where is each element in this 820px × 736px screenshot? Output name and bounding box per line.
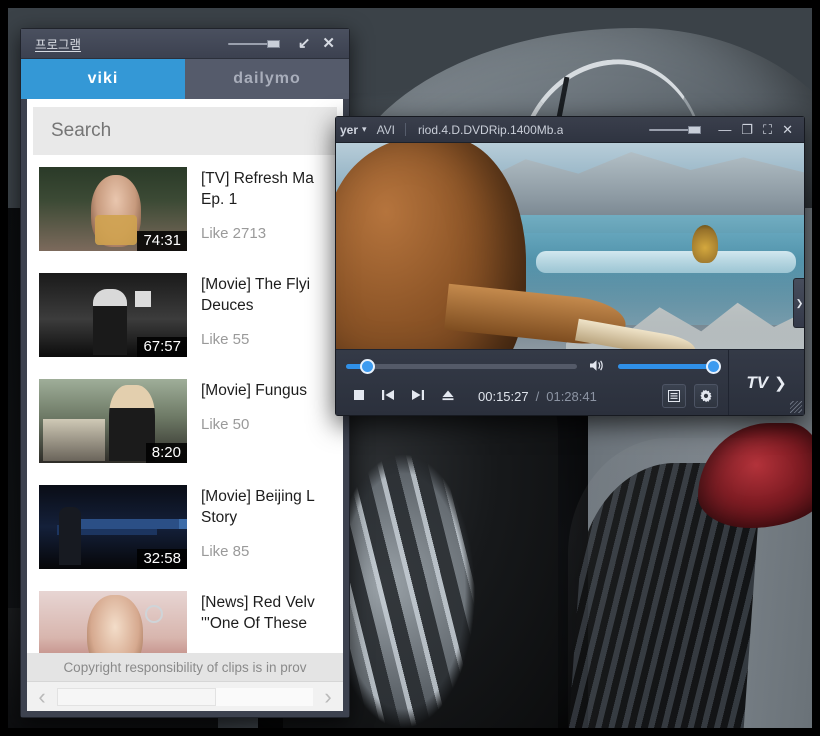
seek-and-volume-row [346,357,721,375]
video-title-line2: Ep. 1 [201,190,238,208]
player-controls: 00:15:27 / 01:28:41 TV ❯ [336,349,804,415]
video-info: [Movie] Beijing L Story Like 85 [201,485,337,569]
video-title: [News] Red Velv '''One Of These [201,593,337,635]
volume-slider[interactable] [618,358,721,374]
video-title-line2: Story [201,508,238,526]
list-item[interactable]: 74:31 [TV] Refresh Ma Ep. 1 Like 2713 [33,155,337,261]
video-duration: 67:57 [137,337,187,357]
video-title-line1: [TV] Refresh Ma [201,170,314,187]
player-app-name: yer [340,122,359,137]
video-title-line2: Deuces [201,296,254,314]
next-button[interactable] [404,386,432,406]
scroll-right-arrow-icon[interactable]: › [313,685,343,708]
video-like-count: Like 2713 [201,224,267,242]
video-title-line2: '''One Of These [201,614,307,632]
transport-row: 00:15:27 / 01:28:41 [346,384,718,408]
player-slider-knob[interactable] [688,125,702,134]
window-resize-grip[interactable] [790,401,802,413]
video-thumbnail[interactable]: 8:20 [39,379,187,463]
fullscreen-icon[interactable]: ⛶ [758,123,777,136]
player-controls-main: 00:15:27 / 01:28:41 [336,350,728,415]
scrollbar-thumb[interactable] [57,687,216,706]
copyright-notice: Copyright responsibility of clips is in … [27,653,343,681]
video-title: [Movie] Beijing L Story [201,487,337,529]
video-like-count: Like 85 [201,542,250,560]
volume-fill [618,363,718,369]
file-format-label: AVI [376,122,396,137]
video-info: [TV] Refresh Ma Ep. 1 Like 2713 [201,167,337,251]
desktop-wallpaper: 프로그램 ↙ ✕ viki dailymo 74:31 [8,8,812,728]
list-item[interactable]: 67:57 [Movie] The Flyi Deuces Like 55 [33,261,337,367]
stop-button[interactable] [346,386,372,406]
scrollbar-track[interactable] [57,687,313,706]
player-titlebar-slider[interactable] [649,124,702,136]
seek-slider[interactable] [346,358,577,374]
video-thumbnail[interactable]: 32:58 [39,485,187,569]
video-title: [TV] Refresh Ma Ep. 1 [201,169,337,211]
volume-slider-knob[interactable] [706,358,721,374]
video-duration: 8:20 [145,443,187,463]
eject-button[interactable] [434,386,462,406]
video-info: [Movie] Fungus Like 50 [201,379,337,463]
player-titlebar[interactable]: yer ▾ AVI riod.4.D.DVDRip.1400Mb.a — ❐ ⛶… [336,117,804,143]
titlebar-divider [405,123,407,136]
total-time: 01:28:41 [546,388,597,404]
settings-gear-button[interactable] [694,384,718,408]
video-title: [Movie] The Flyi Deuces [201,275,337,317]
video-thumbnail[interactable]: 67:57 [39,273,187,357]
list-item[interactable]: 8:20 [Movie] Fungus Like 50 [33,367,337,473]
list-item[interactable]: 32:58 [Movie] Beijing L Story Like 85 [33,473,337,579]
search-input[interactable] [51,120,337,142]
media-player-window: yer ▾ AVI riod.4.D.DVDRip.1400Mb.a — ❐ ⛶… [335,116,805,416]
tab-viki[interactable]: viki [21,59,185,99]
tv-chevron-right-icon: ❯ [774,374,787,392]
playlist-button[interactable] [662,384,686,408]
speaker-icon[interactable] [589,359,606,374]
horizontal-scrollbar[interactable]: ‹ › [27,681,343,711]
search-bar[interactable] [33,107,337,155]
video-title: [Movie] Fungus [201,381,337,402]
time-separator: / [535,388,540,404]
close-icon[interactable]: ✕ [777,123,798,136]
video-title-line1: [News] Red Velv [201,594,315,611]
video-duration: 74:31 [137,231,187,251]
video-info: [News] Red Velv '''One Of These [201,591,337,653]
video-surface[interactable]: ❯ [336,143,804,349]
side-panel-expand-arrow-icon[interactable]: ❯ [793,278,804,328]
video-title-line1: [Movie] The Flyi [201,276,311,293]
video-like-count: Like 50 [201,415,250,433]
video-like-count: Like 55 [201,330,250,348]
close-icon[interactable]: ✕ [316,34,341,53]
provider-tabs: viki dailymo [21,59,349,99]
program-content: 74:31 [TV] Refresh Ma Ep. 1 Like 2713 67… [27,99,343,711]
seek-slider-knob[interactable] [359,358,375,374]
list-item[interactable]: [News] Red Velv '''One Of These [33,579,337,653]
window-bottom-padding [21,711,349,717]
video-info: [Movie] The Flyi Deuces Like 55 [201,273,337,357]
previous-button[interactable] [374,386,402,406]
tab-dailymotion[interactable]: dailymo [185,59,349,99]
tv-label: TV [746,372,769,392]
video-thumbnail[interactable]: 74:31 [39,167,187,251]
program-volume-slider[interactable] [227,38,280,50]
video-title-line1: [Movie] Beijing L [201,488,315,505]
maximize-icon[interactable]: ❐ [736,123,758,136]
program-window-title: 프로그램 [35,38,82,52]
scroll-left-arrow-icon[interactable]: ‹ [27,685,57,708]
player-filename: riod.4.D.DVDRip.1400Mb.a [418,122,564,137]
video-bush [692,225,718,263]
program-window: 프로그램 ↙ ✕ viki dailymo 74:31 [20,28,350,718]
volume-slider-knob[interactable] [266,39,280,48]
restore-down-icon[interactable]: ↙ [292,34,317,53]
program-titlebar[interactable]: 프로그램 ↙ ✕ [21,29,349,59]
video-duration: 32:58 [137,549,187,569]
wallpaper-fender-highlight [568,438,812,728]
chevron-down-icon[interactable]: ▾ [362,124,367,135]
video-thumbnail[interactable] [39,591,187,653]
video-title-line1: [Movie] Fungus [201,382,307,399]
current-time: 00:15:27 [478,388,529,404]
video-list: 74:31 [TV] Refresh Ma Ep. 1 Like 2713 67… [27,155,343,653]
minimize-icon[interactable]: — [713,123,736,136]
